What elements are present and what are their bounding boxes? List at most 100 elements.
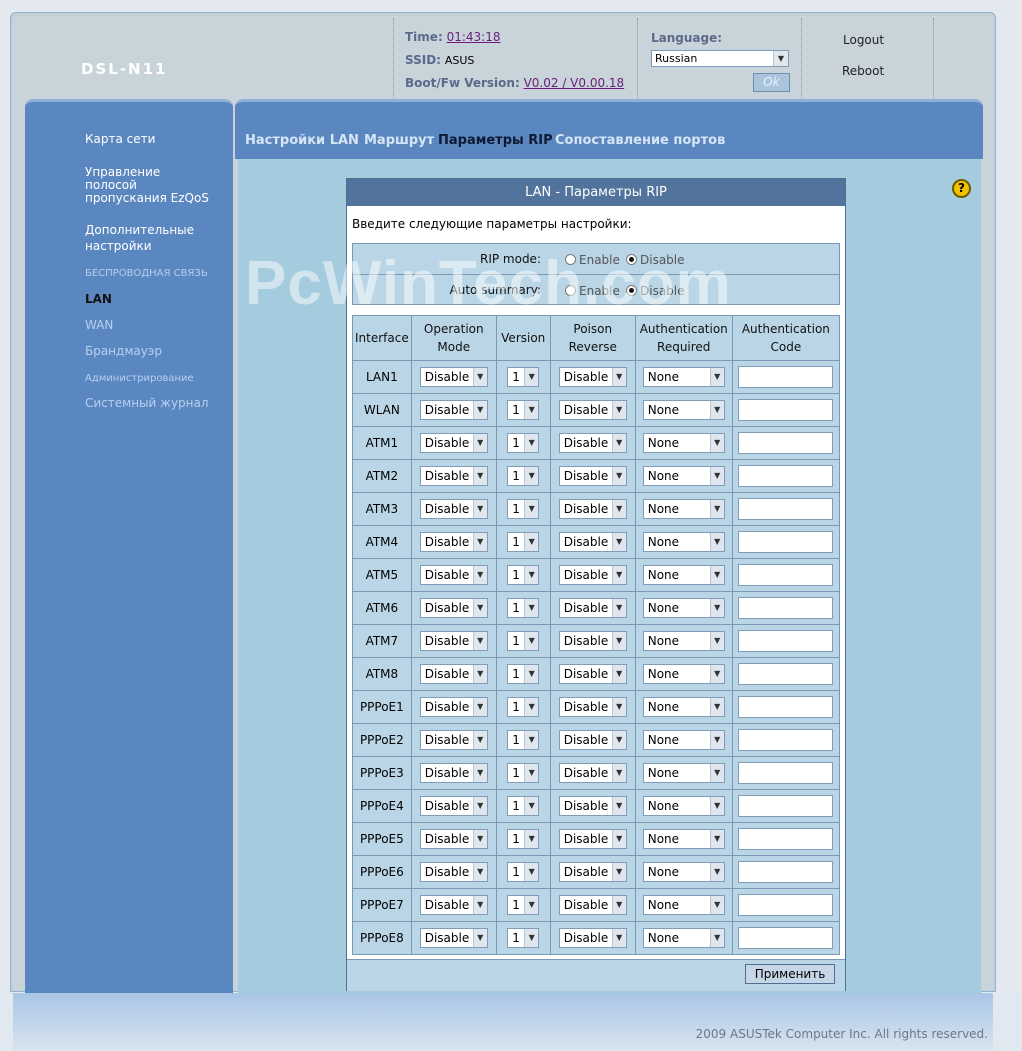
version-select[interactable]: 1 ▼ bbox=[507, 631, 540, 651]
chevron-down-icon[interactable]: ▼ bbox=[709, 500, 724, 518]
chevron-down-icon[interactable]: ▼ bbox=[611, 698, 626, 716]
auth-required-select[interactable]: None ▼ bbox=[642, 730, 725, 750]
poison-reverse-select[interactable]: Disable ▼ bbox=[558, 400, 627, 420]
help-icon[interactable]: ? bbox=[952, 179, 971, 198]
chevron-down-icon[interactable]: ▼ bbox=[524, 467, 539, 485]
chevron-down-icon[interactable]: ▼ bbox=[524, 566, 539, 584]
auth-required-select[interactable]: None ▼ bbox=[642, 928, 725, 948]
sidebar-item-firewall[interactable]: Брандмауэр bbox=[85, 345, 162, 358]
firmware-link[interactable]: V0.02 / V0.00.18 bbox=[524, 76, 625, 90]
operation-mode-select[interactable]: Disable ▼ bbox=[419, 367, 488, 387]
chevron-down-icon[interactable]: ▼ bbox=[472, 698, 487, 716]
auth-code-input[interactable] bbox=[738, 498, 834, 520]
auth-required-select[interactable]: None ▼ bbox=[642, 829, 725, 849]
operation-mode-select[interactable]: Disable ▼ bbox=[419, 466, 488, 486]
chevron-down-icon[interactable]: ▼ bbox=[524, 929, 539, 947]
auth-code-input[interactable] bbox=[738, 564, 834, 586]
auth-required-select[interactable]: None ▼ bbox=[642, 400, 725, 420]
auth-code-input[interactable] bbox=[738, 828, 834, 850]
operation-mode-select[interactable]: Disable ▼ bbox=[419, 433, 488, 453]
rip-mode-disable-option[interactable]: Disable bbox=[626, 253, 685, 267]
auto-summary-enable-option[interactable]: Enable bbox=[565, 284, 620, 298]
chevron-down-icon[interactable]: ▼ bbox=[524, 698, 539, 716]
chevron-down-icon[interactable]: ▼ bbox=[472, 401, 487, 419]
operation-mode-select[interactable]: Disable ▼ bbox=[419, 664, 488, 684]
chevron-down-icon[interactable]: ▼ bbox=[709, 929, 724, 947]
poison-reverse-select[interactable]: Disable ▼ bbox=[558, 796, 627, 816]
sidebar-item-wireless[interactable]: БЕСПРОВОДНАЯ СВЯЗЬ bbox=[85, 267, 208, 280]
chevron-down-icon[interactable]: ▼ bbox=[524, 533, 539, 551]
auth-required-select[interactable]: None ▼ bbox=[642, 598, 725, 618]
auth-required-select[interactable]: None ▼ bbox=[642, 862, 725, 882]
chevron-down-icon[interactable]: ▼ bbox=[472, 632, 487, 650]
chevron-down-icon[interactable]: ▼ bbox=[472, 566, 487, 584]
tab-rip-parameters[interactable]: Параметры RIP bbox=[438, 133, 553, 148]
chevron-down-icon[interactable]: ▼ bbox=[709, 467, 724, 485]
chevron-down-icon[interactable]: ▼ bbox=[524, 599, 539, 617]
version-select[interactable]: 1 ▼ bbox=[507, 664, 540, 684]
sidebar-item-wan[interactable]: WAN bbox=[85, 319, 113, 332]
poison-reverse-select[interactable]: Disable ▼ bbox=[558, 367, 627, 387]
auth-required-select[interactable]: None ▼ bbox=[642, 433, 725, 453]
poison-reverse-select[interactable]: Disable ▼ bbox=[558, 928, 627, 948]
auth-code-input[interactable] bbox=[738, 630, 834, 652]
poison-reverse-select[interactable]: Disable ▼ bbox=[558, 763, 627, 783]
language-ok-button[interactable]: Ok bbox=[753, 73, 790, 92]
version-select[interactable]: 1 ▼ bbox=[507, 400, 540, 420]
chevron-down-icon[interactable]: ▼ bbox=[709, 797, 724, 815]
chevron-down-icon[interactable]: ▼ bbox=[611, 467, 626, 485]
version-select[interactable]: 1 ▼ bbox=[507, 499, 540, 519]
auth-required-select[interactable]: None ▼ bbox=[642, 532, 725, 552]
chevron-down-icon[interactable]: ▼ bbox=[524, 896, 539, 914]
sidebar-item-network-map[interactable]: Карта сети bbox=[85, 133, 155, 146]
operation-mode-select[interactable]: Disable ▼ bbox=[419, 499, 488, 519]
chevron-down-icon[interactable]: ▼ bbox=[611, 632, 626, 650]
chevron-down-icon[interactable]: ▼ bbox=[611, 731, 626, 749]
chevron-down-icon[interactable]: ▼ bbox=[709, 731, 724, 749]
chevron-down-icon[interactable]: ▼ bbox=[524, 500, 539, 518]
auth-required-select[interactable]: None ▼ bbox=[642, 631, 725, 651]
poison-reverse-select[interactable]: Disable ▼ bbox=[558, 697, 627, 717]
chevron-down-icon[interactable]: ▼ bbox=[472, 599, 487, 617]
chevron-down-icon[interactable]: ▼ bbox=[611, 764, 626, 782]
chevron-down-icon[interactable]: ▼ bbox=[472, 863, 487, 881]
operation-mode-select[interactable]: Disable ▼ bbox=[419, 631, 488, 651]
chevron-down-icon[interactable]: ▼ bbox=[524, 665, 539, 683]
operation-mode-select[interactable]: Disable ▼ bbox=[419, 796, 488, 816]
poison-reverse-select[interactable]: Disable ▼ bbox=[558, 499, 627, 519]
auth-code-input[interactable] bbox=[738, 894, 834, 916]
chevron-down-icon[interactable]: ▼ bbox=[709, 368, 724, 386]
auth-code-input[interactable] bbox=[738, 465, 834, 487]
chevron-down-icon[interactable]: ▼ bbox=[524, 764, 539, 782]
chevron-down-icon[interactable]: ▼ bbox=[709, 599, 724, 617]
chevron-down-icon[interactable]: ▼ bbox=[472, 467, 487, 485]
auth-required-select[interactable]: None ▼ bbox=[642, 895, 725, 915]
chevron-down-icon[interactable]: ▼ bbox=[472, 764, 487, 782]
chevron-down-icon[interactable]: ▼ bbox=[611, 929, 626, 947]
tab-lan-settings[interactable]: Настройки LAN bbox=[245, 133, 359, 148]
chevron-down-icon[interactable]: ▼ bbox=[611, 797, 626, 815]
rip-mode-enable-option[interactable]: Enable bbox=[565, 253, 620, 267]
chevron-down-icon[interactable]: ▼ bbox=[611, 863, 626, 881]
version-select[interactable]: 1 ▼ bbox=[507, 565, 540, 585]
poison-reverse-select[interactable]: Disable ▼ bbox=[558, 664, 627, 684]
poison-reverse-select[interactable]: Disable ▼ bbox=[558, 565, 627, 585]
poison-reverse-select[interactable]: Disable ▼ bbox=[558, 433, 627, 453]
sidebar-item-system-log[interactable]: Системный журнал bbox=[85, 397, 209, 410]
auth-code-input[interactable] bbox=[738, 531, 834, 553]
auth-required-select[interactable]: None ▼ bbox=[642, 565, 725, 585]
chevron-down-icon[interactable]: ▼ bbox=[611, 500, 626, 518]
chevron-down-icon[interactable]: ▼ bbox=[611, 599, 626, 617]
operation-mode-select[interactable]: Disable ▼ bbox=[419, 862, 488, 882]
time-link[interactable]: 01:43:18 bbox=[447, 30, 501, 44]
chevron-down-icon[interactable]: ▼ bbox=[472, 896, 487, 914]
auth-required-select[interactable]: None ▼ bbox=[642, 499, 725, 519]
chevron-down-icon[interactable]: ▼ bbox=[472, 797, 487, 815]
auth-required-select[interactable]: None ▼ bbox=[642, 796, 725, 816]
chevron-down-icon[interactable]: ▼ bbox=[524, 863, 539, 881]
poison-reverse-select[interactable]: Disable ▼ bbox=[558, 829, 627, 849]
chevron-down-icon[interactable]: ▼ bbox=[709, 401, 724, 419]
auth-code-input[interactable] bbox=[738, 696, 834, 718]
version-select[interactable]: 1 ▼ bbox=[507, 763, 540, 783]
version-select[interactable]: 1 ▼ bbox=[507, 829, 540, 849]
